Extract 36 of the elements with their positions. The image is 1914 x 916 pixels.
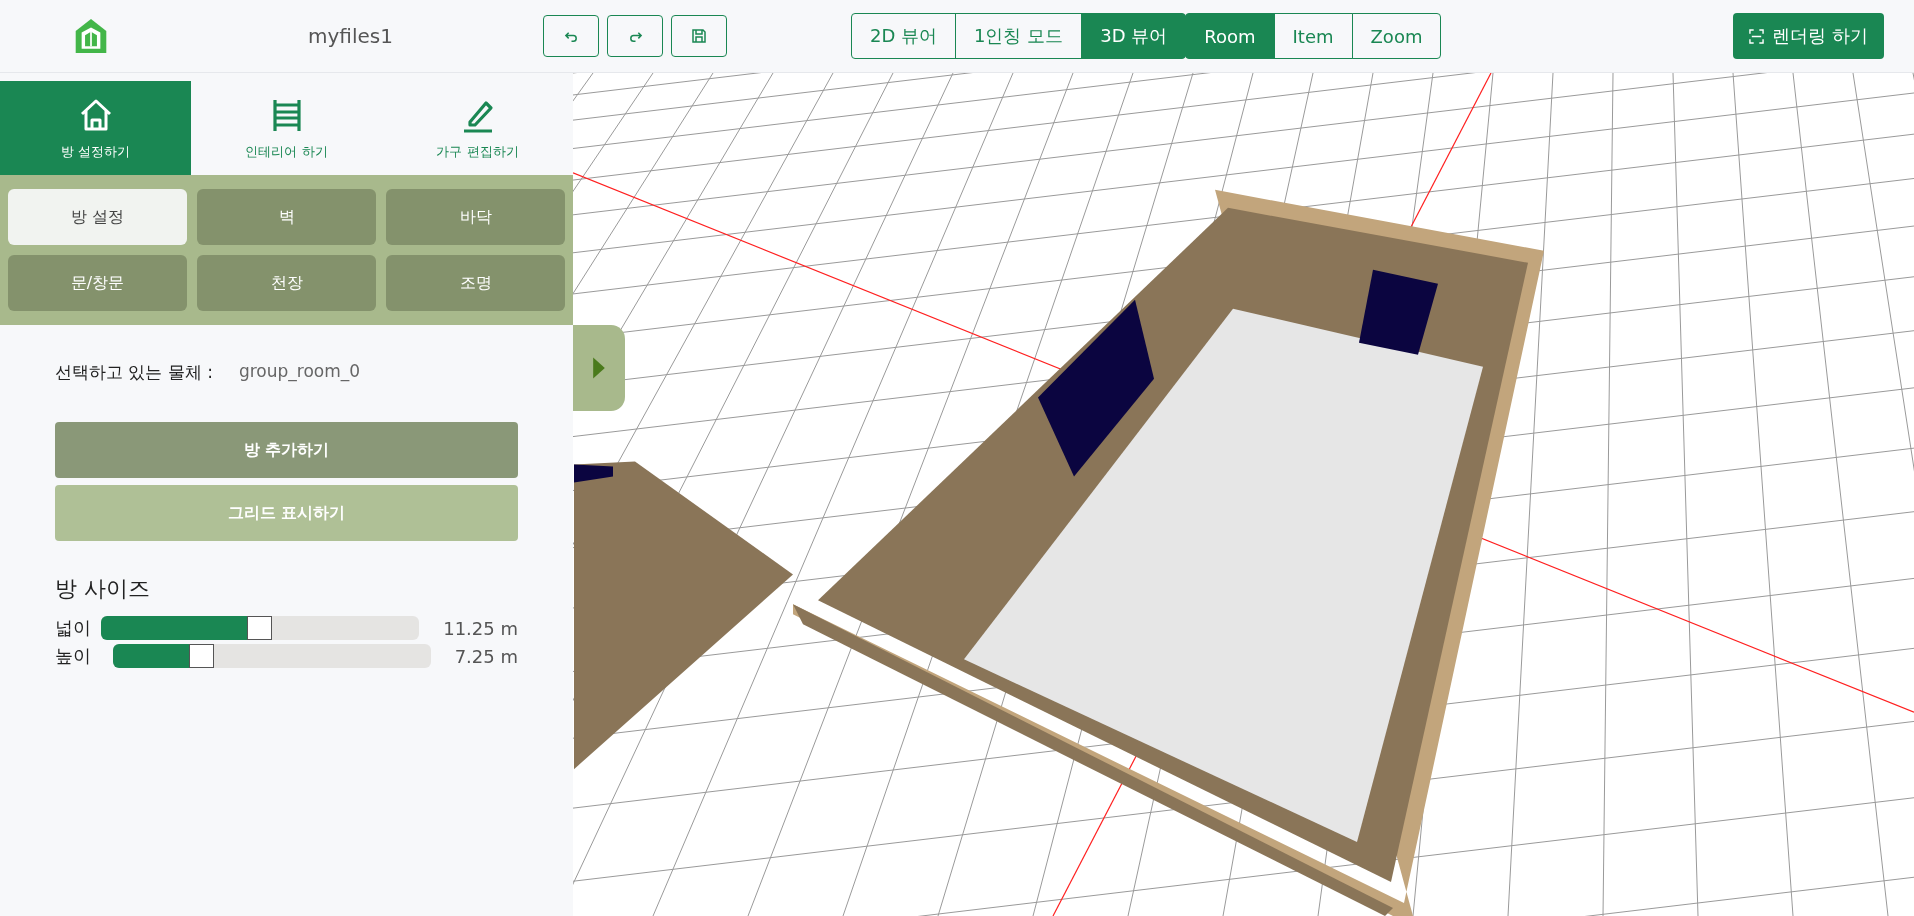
slider-label: 넓이 [55,616,92,640]
target-mode-tab[interactable]: Room [1185,13,1275,59]
view-mode-tab[interactable]: 1인칭 모드 [955,13,1083,59]
slider-reading: 11.25 m [443,617,518,639]
main-tab[interactable]: 방 설정하기 [0,81,191,175]
view-mode-tab[interactable]: 3D 뷰어 [1081,13,1187,59]
view-mode-tab[interactable]: 2D 뷰어 [851,13,957,59]
selection-label: 선택하고 있는 물체 : [55,361,213,384]
play-icon [592,356,606,380]
sub-tab[interactable]: 벽 [197,189,376,245]
size-slider[interactable] [101,616,420,640]
room-size-title: 방 사이즈 [55,575,151,603]
redo-button[interactable] [607,15,663,57]
slider-thumb[interactable] [247,616,273,640]
undo-button[interactable] [543,15,599,57]
target-mode-tab[interactable]: Zoom [1351,13,1442,59]
slider-reading: 7.25 m [454,645,518,667]
selection-value: group_room_0 [238,361,361,384]
scan-frame-icon [1749,28,1765,44]
sub-tab[interactable]: 방 설정 [8,189,187,245]
main-tab[interactable]: 가구 편집하기 [382,81,573,175]
slider-thumb[interactable] [188,644,214,668]
sub-tab[interactable]: 조명 [386,255,565,311]
panel-toggle-button[interactable] [573,325,625,411]
target-mode-tab[interactable]: Item [1273,13,1353,59]
size-slider[interactable] [112,644,431,668]
slider-label: 높이 [55,644,92,668]
save-button[interactable] [671,15,727,57]
house-logo-icon [74,16,108,56]
sub-tab[interactable]: 천장 [197,255,376,311]
main-tab[interactable]: 인테리어 하기 [191,81,382,175]
sub-tab[interactable]: 바닥 [386,189,565,245]
render-button[interactable]: 렌더링 하기 [1733,13,1884,59]
sub-tab[interactable]: 문/창문 [8,255,187,311]
file-name: myfiles1 [308,24,394,48]
add-room-button[interactable]: 방 추가하기 [55,422,518,478]
